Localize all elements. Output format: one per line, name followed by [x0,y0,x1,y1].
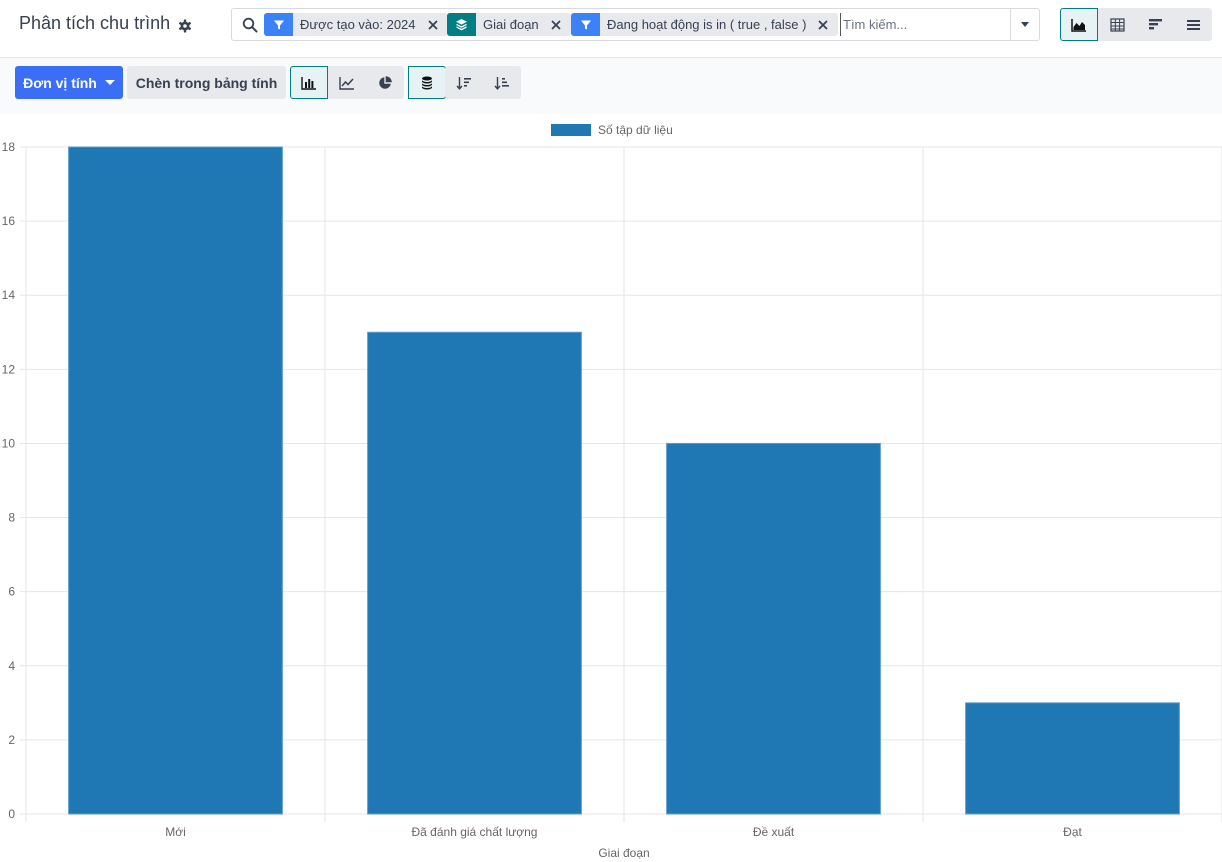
y-tick-label: 0 [8,807,15,821]
bar-chart-icon [301,76,316,90]
measures-dropdown-button[interactable]: Đơn vị tính [15,66,123,99]
x-tick-label: Đề xuất [753,825,795,839]
search-icon[interactable] [242,17,258,33]
close-icon[interactable] [549,18,563,32]
cohort-icon [1148,18,1162,29]
sort-descending-button[interactable] [445,66,483,99]
close-icon[interactable] [816,18,830,32]
bar-chart-button[interactable] [290,66,328,99]
facet-label: Được tạo vào: 2024 [300,17,416,32]
search-input[interactable] [840,13,1006,36]
x-tick-label: Đạt [1063,825,1082,839]
gear-icon[interactable] [178,17,192,32]
database-icon [422,76,432,89]
bar[interactable] [68,146,283,815]
legend-label[interactable]: Số tập dữ liệu [598,123,673,137]
y-tick-label: 18 [2,140,16,154]
y-tick-label: 8 [8,511,15,525]
chart-type-group [290,66,404,99]
x-axis-title: Giai đoạn [598,846,649,860]
sort-descending-icon [456,76,471,90]
search-options-toggle[interactable] [1010,9,1039,40]
bar[interactable] [965,702,1180,815]
layers-icon [447,13,476,36]
list-icon [1186,19,1200,30]
x-tick-label: Mới [165,825,186,839]
bar[interactable] [666,442,881,815]
list-view-button[interactable] [1174,8,1212,41]
control-panel: Phân tích chu trình Được tạo vào: 2024 G… [0,0,1222,57]
facet-label: Đang hoạt động is in ( true , false ) [607,17,807,32]
filter-icon [571,13,600,36]
y-tick-label: 6 [8,585,15,599]
view-switcher [1060,8,1212,41]
y-tick-label: 10 [2,436,16,450]
facet-label: Giai đoạn [483,17,539,32]
cohort-view-button[interactable] [1136,8,1174,41]
line-chart-button[interactable] [328,66,366,99]
search-facet-created: Được tạo vào: 2024 [264,13,448,36]
measures-label: Đơn vị tính [23,74,97,91]
legend-swatch [551,124,591,136]
y-tick-label: 14 [2,288,16,302]
filter-icon [264,13,293,36]
page-title-text: Phân tích chu trình [19,13,171,33]
y-tick-label: 4 [8,659,15,673]
search-facet-stage: Giai đoạn [447,13,571,36]
caret-down-icon [1021,22,1029,27]
graph-view-button[interactable] [1060,8,1098,41]
caret-down-icon [104,80,115,85]
insert-in-spreadsheet-button[interactable]: Chèn trong bảng tính [127,66,286,99]
graph-area: 0 2 4 6 8 10 12 14 16 18 Mới Đã đánh giá chất lượng… [0,114,1222,862]
y-tick-label: 2 [8,733,15,747]
x-tick-label: Đã đánh giá chất lượng [412,825,538,839]
y-tick-label: 12 [2,362,16,376]
pivot-view-button[interactable] [1098,8,1136,41]
line-chart-icon [339,76,354,90]
close-icon[interactable] [426,18,440,32]
insert-label: Chèn trong bảng tính [135,74,278,91]
table-icon [1109,17,1125,32]
sort-group [445,66,521,99]
graph-toolbar: Đơn vị tính Chèn trong bảng tính [0,58,1222,114]
sort-ascending-icon [494,76,509,90]
pie-chart-icon [379,75,392,89]
pie-chart-button[interactable] [366,66,404,99]
stacked-group [408,66,446,99]
stacked-button[interactable] [408,66,446,99]
y-tick-label: 16 [2,214,16,228]
search-facet-active: Đang hoạt động is in ( true , false ) [571,13,839,36]
area-chart-icon [1071,18,1086,32]
sort-ascending-button[interactable] [483,66,521,99]
search-bar: Được tạo vào: 2024 Giai đoạn Đang hoạt đ… [231,8,1040,41]
bar-chart: 0 2 4 6 8 10 12 14 16 18 Mới Đã đánh giá chất lượng… [2,123,1222,860]
bar[interactable] [367,331,582,815]
page-title: Phân tích chu trình [19,13,192,34]
